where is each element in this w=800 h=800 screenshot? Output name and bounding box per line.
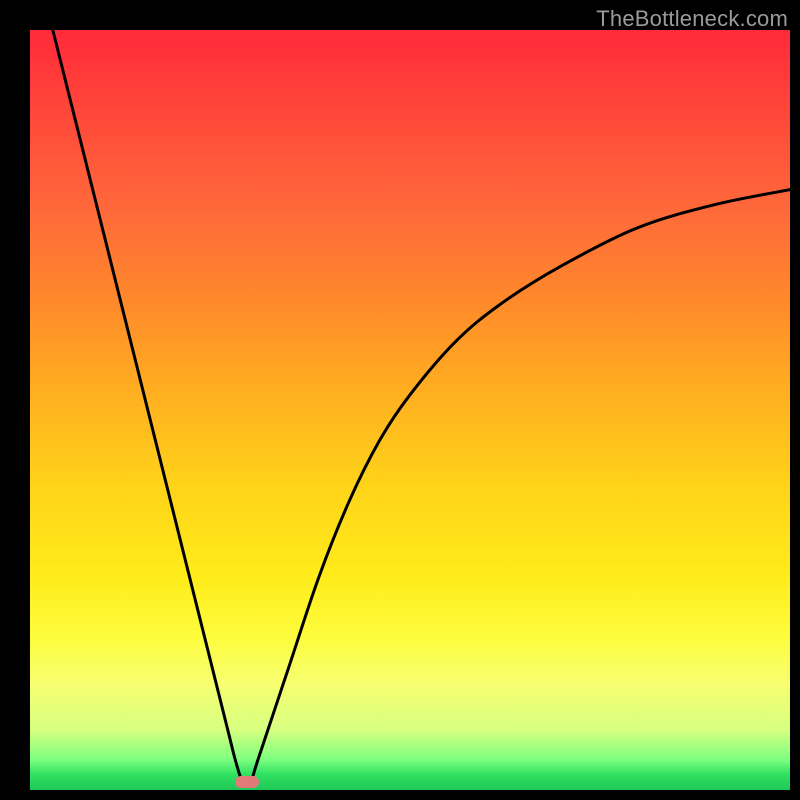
curve-path <box>53 30 790 785</box>
bottleneck-curve <box>30 30 790 790</box>
optimal-marker <box>235 776 259 788</box>
chart-frame: TheBottleneck.com <box>0 0 800 800</box>
watermark-text: TheBottleneck.com <box>596 6 788 32</box>
plot-area <box>30 30 790 790</box>
